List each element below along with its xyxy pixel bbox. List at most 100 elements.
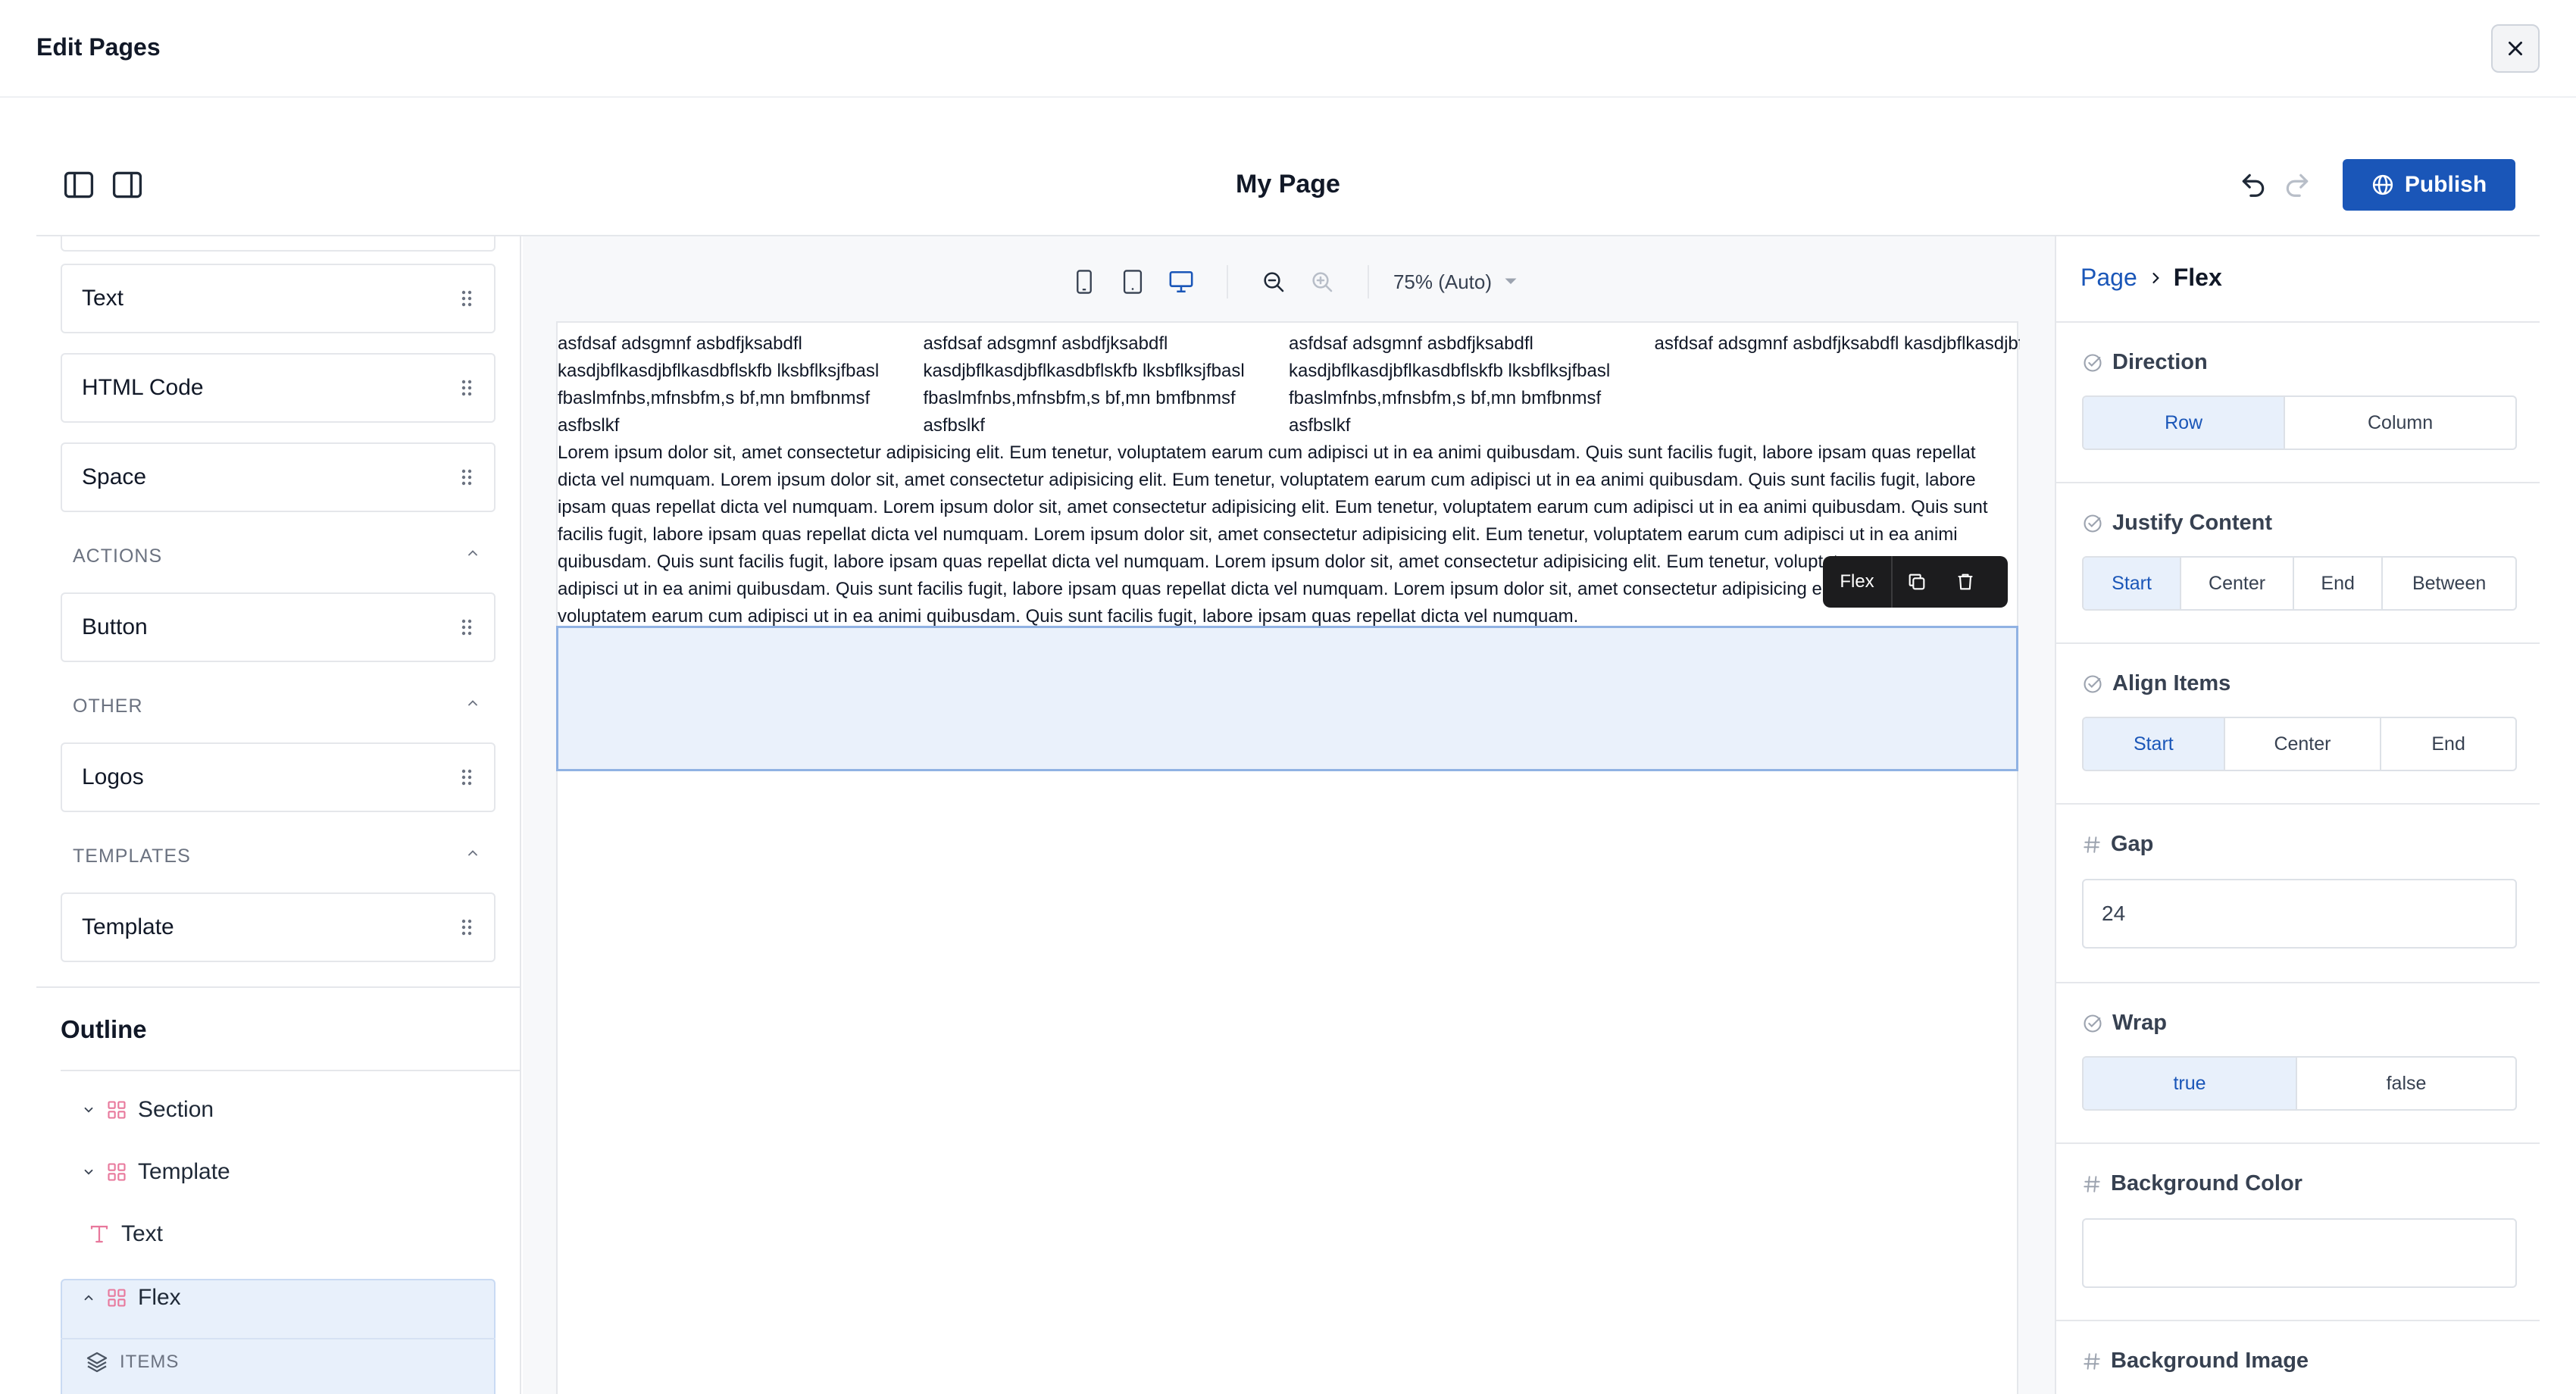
direction-row-option[interactable]: Row (2084, 397, 2286, 449)
justify-between-option[interactable]: Between (2383, 558, 2515, 609)
drag-handle-icon[interactable] (461, 618, 473, 636)
block-logos[interactable]: Logos (61, 742, 496, 812)
justify-content-label: Justify Content (2082, 511, 2272, 536)
undo-button[interactable] (2235, 167, 2271, 203)
desktop-icon (1169, 270, 1193, 293)
chevron-down-icon[interactable] (82, 1103, 95, 1117)
drag-handle-icon[interactable] (461, 918, 473, 936)
caret-down-icon (1505, 278, 1517, 284)
chevron-down-icon[interactable] (82, 1165, 95, 1179)
outline-panel: Outline Section Template Text Flex ITEMS (36, 986, 520, 1394)
element-type-label: Flex (1823, 556, 1893, 608)
block-label: HTML Code (82, 375, 204, 400)
align-items-toggle: Start Center End (2082, 717, 2517, 771)
wrap-false-option[interactable]: false (2297, 1058, 2515, 1109)
justify-end-option[interactable]: End (2294, 558, 2384, 609)
block-item-partial[interactable] (61, 236, 496, 252)
page-canvas: 75% (Auto) asfdsaf adsgmnf asbdfjksabdfl… (523, 236, 2055, 1394)
breadcrumb-page-link[interactable]: Page (2080, 264, 2137, 292)
breadcrumb-current: Flex (2173, 264, 2222, 291)
block-label: Space (82, 464, 147, 489)
tablet-view-button[interactable] (1116, 265, 1149, 298)
justify-start-option[interactable]: Start (2084, 558, 2182, 609)
desktop-view-button[interactable] (1165, 265, 1198, 298)
direction-label: Direction (2082, 350, 2208, 375)
align-center-option[interactable]: Center (2225, 718, 2382, 770)
selected-flex-block[interactable] (556, 626, 2018, 771)
block-label: Text (82, 286, 124, 311)
trash-icon (1958, 574, 1973, 590)
zoom-select[interactable]: 75% (Auto) (1390, 270, 1518, 294)
section-other-header[interactable]: OTHER (73, 695, 497, 717)
chevron-up-icon[interactable] (82, 1291, 95, 1305)
zoom-in-button[interactable] (1305, 265, 1339, 298)
outline-item-template[interactable]: Template (82, 1159, 230, 1185)
outline-item-label: Text (121, 1221, 164, 1246)
block-html-code[interactable]: HTML Code (61, 353, 496, 423)
redo-button[interactable] (2279, 167, 2315, 203)
section-heading: OTHER (73, 695, 143, 717)
text-type-icon (90, 1225, 108, 1243)
publish-button[interactable]: Publish (2343, 159, 2515, 211)
wrap-label: Wrap (2082, 1011, 2167, 1036)
block-text[interactable]: Text (61, 264, 496, 333)
outline-divider (61, 1338, 496, 1339)
properties-panel: Page Flex Direction Row Column Justify C… (2055, 236, 2540, 1394)
chevron-up-icon (468, 700, 477, 706)
grid-icon (108, 1163, 126, 1181)
page-title: My Page (1236, 170, 1340, 198)
direction-column-option[interactable]: Column (2285, 397, 2515, 449)
block-space[interactable]: Space (61, 442, 496, 512)
outline-items-label: ITEMS (120, 1352, 180, 1372)
duplicate-button[interactable] (1893, 556, 1941, 608)
column-text[interactable]: asfdsaf adsgmnf asbdfjksabdfl kasdjbflka… (924, 330, 1290, 439)
page-preview[interactable]: asfdsaf adsgmnf asbdfjksabdfl kasdjbflka… (556, 321, 2021, 1394)
drag-handle-icon[interactable] (461, 289, 473, 308)
hash-icon (2084, 1175, 2100, 1192)
panel-divider (2056, 642, 2540, 644)
chevron-right-icon (2152, 272, 2159, 283)
hash-icon (2084, 1352, 2100, 1370)
gap-input[interactable]: 24 (2082, 879, 2517, 949)
block-template[interactable]: Template (61, 892, 496, 962)
direction-toggle: Row Column (2082, 395, 2517, 450)
align-start-option[interactable]: Start (2084, 718, 2225, 770)
lorem-paragraph[interactable]: Lorem ipsum dolor sit, amet consectetur … (558, 439, 2016, 630)
justify-center-option[interactable]: Center (2181, 558, 2295, 609)
outline-item-label: Section (138, 1097, 214, 1122)
column-text[interactable]: asfdsaf adsgmnf asbdfjksabdfl kasdjbflka… (1655, 330, 2021, 439)
prop-label-text: Background Image (2111, 1349, 2309, 1373)
check-circle-icon (2084, 674, 2102, 693)
chevron-up-icon (468, 550, 477, 556)
outline-items-group[interactable]: ITEMS (85, 1350, 179, 1374)
panel-divider (2056, 321, 2540, 323)
block-label: Button (82, 614, 148, 639)
undo-icon (2242, 173, 2265, 197)
prop-label-text: Background Color (2111, 1171, 2302, 1196)
align-end-option[interactable]: End (2381, 718, 2515, 770)
block-button[interactable]: Button (61, 592, 496, 662)
outline-item-label: Flex (138, 1285, 181, 1310)
align-items-label: Align Items (2082, 671, 2231, 696)
wrap-true-option[interactable]: true (2084, 1058, 2298, 1109)
close-button[interactable] (2491, 24, 2540, 73)
outline-item-section[interactable]: Section (82, 1097, 214, 1123)
outline-item-text[interactable]: Text (88, 1221, 163, 1247)
background-color-input[interactable] (2082, 1218, 2517, 1288)
grid-icon (108, 1101, 126, 1119)
wrap-toggle: true false (2082, 1056, 2517, 1111)
background-image-label: Background Image (2082, 1349, 2309, 1374)
prop-label-text: Direction (2112, 350, 2208, 374)
section-actions-header[interactable]: ACTIONS (73, 545, 497, 567)
zoom-out-button[interactable] (1257, 265, 1290, 298)
column-text[interactable]: asfdsaf adsgmnf asbdfjksabdfl kasdjbflka… (558, 330, 924, 439)
drag-handle-icon[interactable] (461, 468, 473, 486)
drag-handle-icon[interactable] (461, 379, 473, 397)
section-templates-header[interactable]: TEMPLATES (73, 845, 497, 867)
delete-button[interactable] (1941, 556, 1990, 608)
copy-icon (1909, 574, 1925, 590)
column-text[interactable]: asfdsaf adsgmnf asbdfjksabdfl kasdjbflka… (1289, 330, 1655, 439)
drag-handle-icon[interactable] (461, 768, 473, 786)
outline-item-flex[interactable]: Flex (82, 1285, 181, 1311)
mobile-view-button[interactable] (1068, 265, 1101, 298)
